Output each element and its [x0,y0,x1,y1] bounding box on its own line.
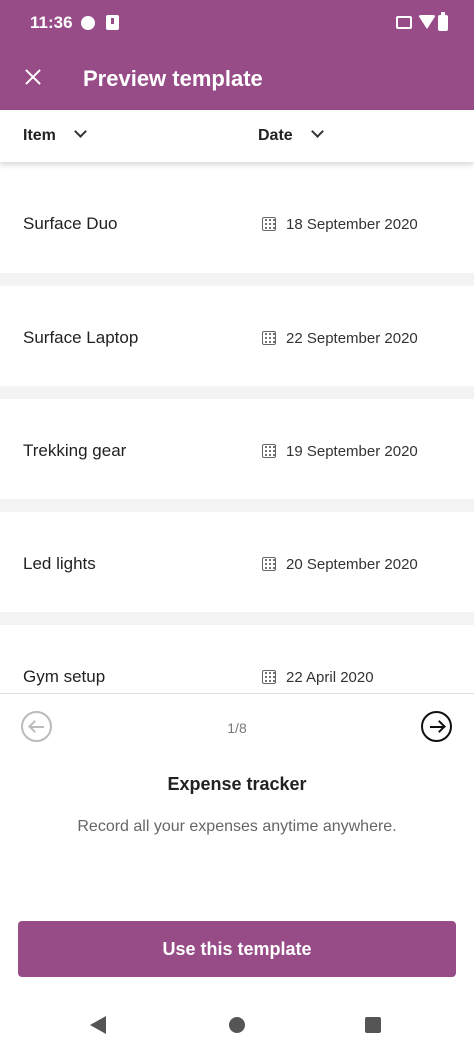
date-column-sort[interactable]: Date [258,125,324,145]
table-row: Trekking gear 19 September 2020 [0,399,474,499]
home-icon[interactable] [229,1017,245,1033]
battery-icon [438,12,448,31]
notification-dot-icon [81,16,95,30]
column-header: Item Date [0,110,474,162]
calendar-icon [262,444,276,458]
table-row: Gym setup 22 April 2020 [0,625,474,693]
item-column-sort[interactable]: Item [23,125,87,145]
app-bar: Preview template [0,46,474,110]
row-item: Trekking gear [23,441,127,460]
close-icon[interactable] [16,60,50,94]
alert-icon [106,15,119,30]
row-separator [0,612,474,625]
row-date-text: 18 September 2020 [286,216,418,233]
row-item: Led lights [23,554,96,573]
divider [0,693,474,694]
cast-icon [396,16,412,29]
row-date-text: 19 September 2020 [286,443,418,460]
calendar-icon [262,331,276,345]
row-date-text: 20 September 2020 [286,556,418,573]
row-item: Gym setup [23,667,106,686]
row-date: 22 April 2020 [262,668,374,686]
table-row: Surface Laptop 22 September 2020 [0,286,474,386]
calendar-icon [262,670,276,684]
wifi-icon [418,15,436,29]
row-date-text: 22 April 2020 [286,669,374,686]
expense-list[interactable]: Surface Duo 18 September 2020 Surface La… [0,162,474,693]
system-navigation-bar [0,1000,474,1053]
arrow-right-icon [430,726,444,728]
row-separator [0,386,474,399]
template-title: Expense tracker [167,774,307,794]
status-time: 11:36 [30,13,73,32]
page-counter: 1/8 [227,720,247,736]
date-column-label: Date [258,127,293,144]
chevron-down-icon [74,125,87,138]
chevron-down-icon [310,125,324,138]
row-date-text: 22 September 2020 [286,330,418,347]
back-icon[interactable] [90,1016,106,1034]
item-column-label: Item [23,127,56,144]
template-description: Record all your expenses anytime anywher… [77,818,397,835]
calendar-icon [262,557,276,571]
row-date: 20 September 2020 [262,555,418,573]
recents-icon[interactable] [365,1017,381,1033]
row-date: 22 September 2020 [262,329,418,347]
use-template-button[interactable]: Use this template [18,921,456,977]
table-row: Led lights 20 September 2020 [0,512,474,612]
calendar-icon [262,217,276,231]
row-item: Surface Laptop [23,328,139,347]
row-date: 19 September 2020 [262,442,418,460]
status-bar: 11:36 [0,0,474,46]
page-title: Preview template [83,66,263,91]
row-separator [0,273,474,286]
row-date: 18 September 2020 [262,215,418,233]
table-row: Surface Duo 18 September 2020 [0,162,474,262]
row-separator [0,499,474,512]
row-item: Surface Duo [23,214,118,233]
next-template-button[interactable] [421,711,452,742]
